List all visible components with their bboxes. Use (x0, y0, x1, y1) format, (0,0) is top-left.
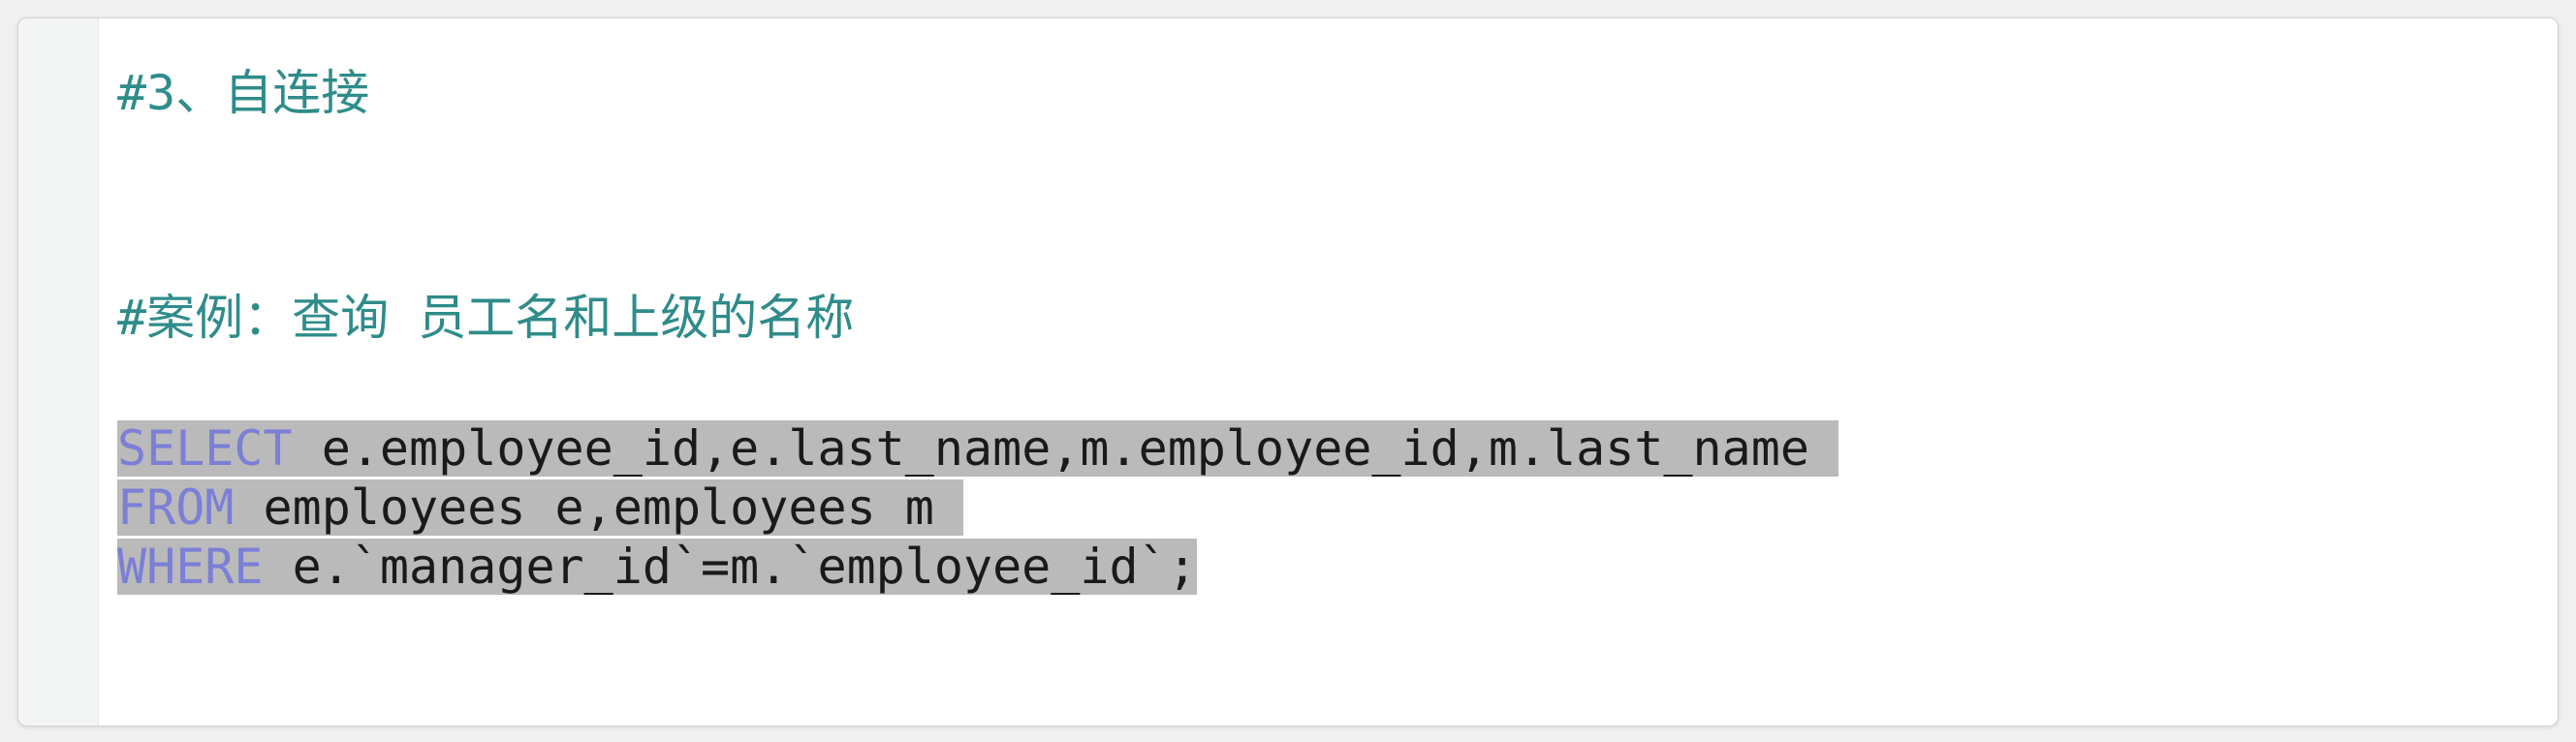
keyword-where: WHERE (117, 539, 264, 595)
code-line-from: FROM employees e,employees m (117, 478, 963, 538)
code-line-where: WHERE e.`manager_id`=m.`employee_id`; (117, 537, 1197, 597)
from-tables: employees e,employees m (234, 479, 963, 536)
selected-text: WHERE e.`manager_id`=m.`employee_id`; (117, 539, 1197, 595)
keyword-from: FROM (117, 479, 235, 536)
comment-line-1: #3、自连接 (117, 65, 370, 121)
code-editor[interactable]: #3、自连接 #案例：查询 员工名和上级的名称 SELECT e.employe… (100, 18, 2558, 726)
comment-line-2: #案例：查询 员工名和上级的名称 (117, 290, 855, 346)
keyword-select: SELECT (117, 420, 293, 477)
selected-text: SELECT e.employee_id,e.last_name,m.emplo… (117, 420, 1839, 477)
selected-text: FROM employees e,employees m (117, 479, 963, 536)
code-editor-panel: #3、自连接 #案例：查询 员工名和上级的名称 SELECT e.employe… (17, 17, 2559, 727)
line-gutter (18, 18, 99, 726)
code-line-select: SELECT e.employee_id,e.last_name,m.emplo… (117, 418, 1839, 479)
where-condition: e.`manager_id`=m.`employee_id`; (263, 539, 1197, 595)
select-columns: e.employee_id,e.last_name,m.employee_id,… (292, 420, 1839, 477)
